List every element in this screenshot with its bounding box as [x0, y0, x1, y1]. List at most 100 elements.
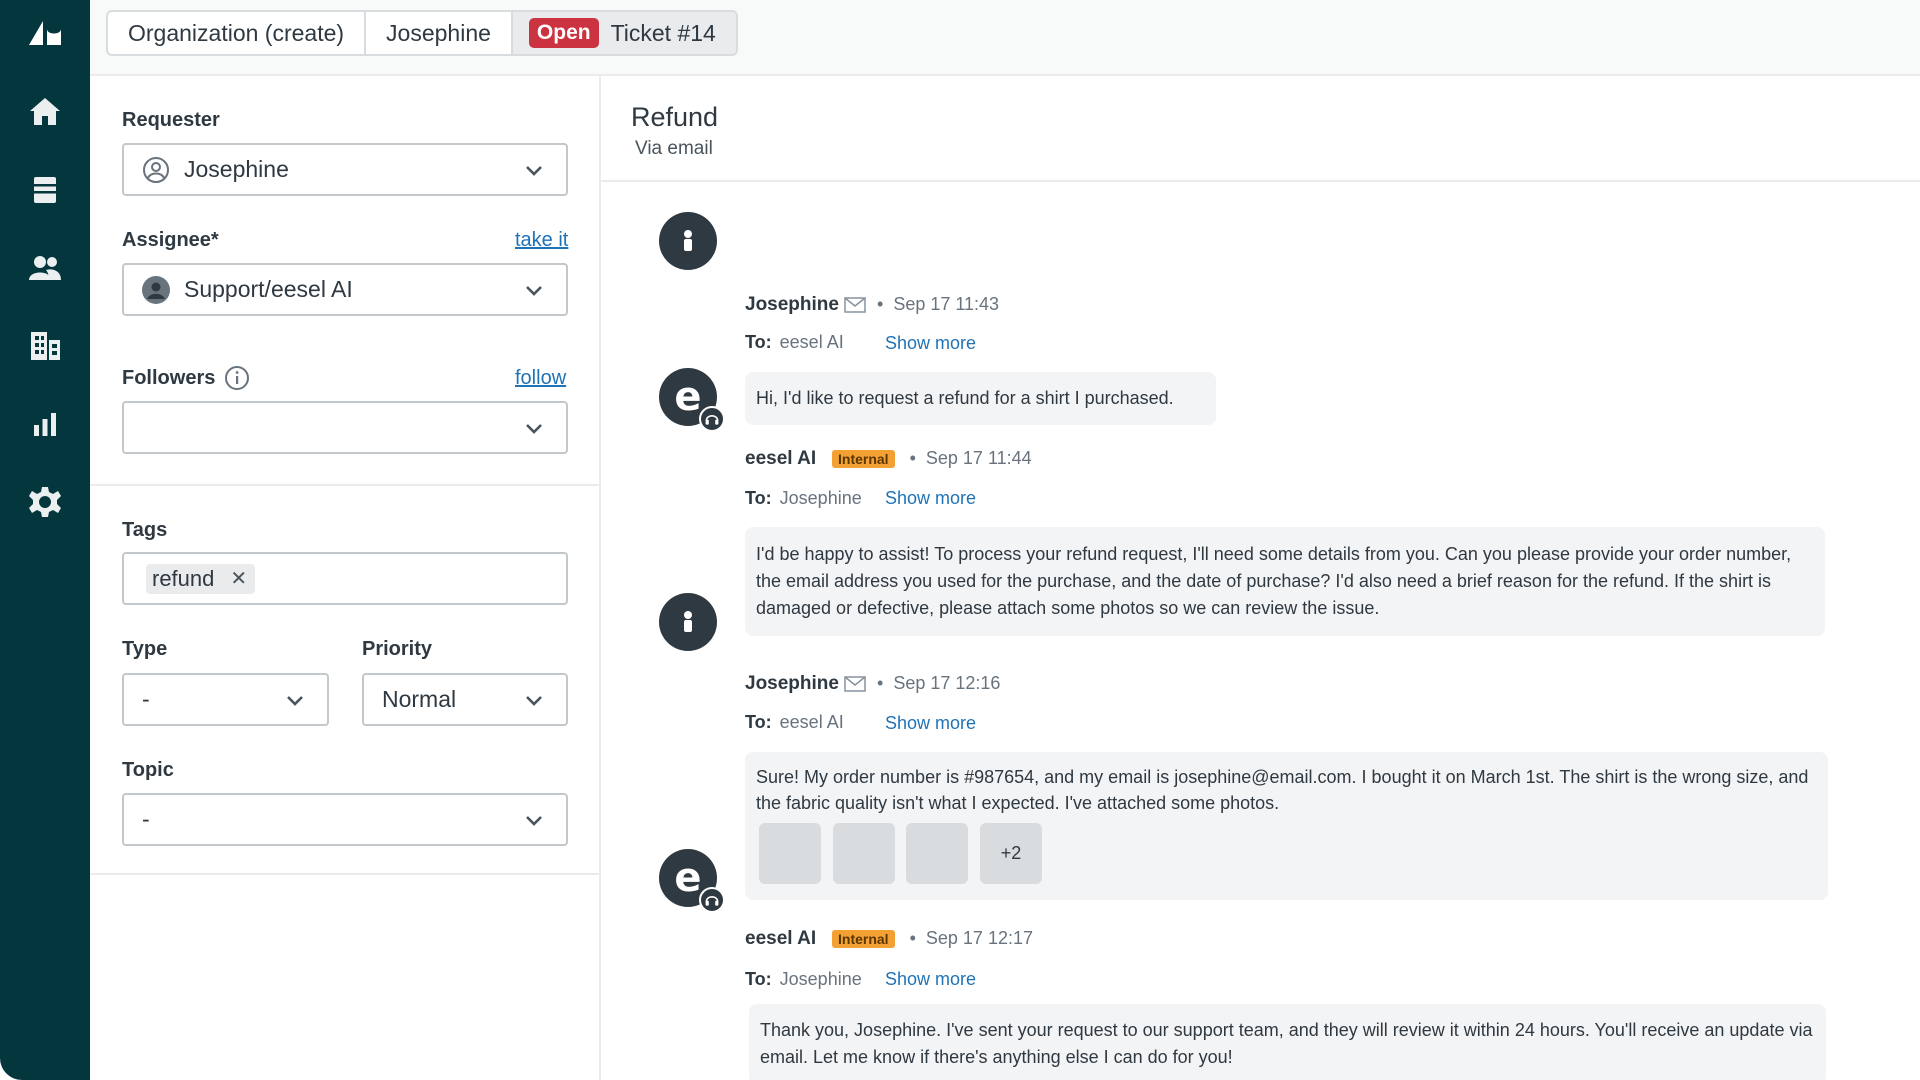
avatar [659, 593, 717, 651]
message-body: Thank you, Josephine. I've sent your req… [749, 1004, 1826, 1080]
ticket-subject: Refund [631, 102, 719, 132]
recipient-name: Josephine [779, 488, 862, 508]
message-recipient: To: eesel AI [745, 712, 844, 733]
user-icon [142, 156, 170, 184]
message-recipient: To: eesel AI [745, 332, 844, 353]
requester-select[interactable]: Josephine [122, 143, 568, 196]
conversation-header: Refund Via email [601, 76, 1920, 182]
message-meta: Internal • Sep 17 12:17 [832, 928, 1033, 949]
show-more-link[interactable]: Show more [885, 333, 976, 354]
tab-label: Josephine [386, 19, 491, 46]
ticket-channel: Via email [635, 138, 713, 159]
show-more-link[interactable]: Show more [885, 713, 976, 734]
chevron-down-icon [524, 809, 544, 829]
divider [90, 873, 599, 875]
logo-icon[interactable] [22, 10, 68, 56]
tab-josephine[interactable]: Josephine [366, 12, 513, 54]
ticket-properties-panel: Requester Josephine Assignee* take it Su… [90, 76, 601, 1080]
message-meta: Internal • Sep 17 11:44 [832, 448, 1032, 469]
attachment-thumbnail[interactable] [906, 823, 968, 884]
message-timestamp: • Sep 17 12:16 [877, 673, 1001, 693]
message-recipient: To: Josephine [745, 969, 862, 990]
to-label: To: [745, 969, 772, 989]
message-author: Josephine [745, 294, 839, 315]
followers-label: Followers [122, 367, 216, 389]
timestamp-text: Sep 17 11:43 [893, 294, 1000, 314]
headset-icon [699, 887, 725, 913]
type-select[interactable]: - [122, 673, 329, 726]
assignee-label: Assignee* [122, 229, 219, 251]
settings-icon[interactable] [22, 479, 68, 525]
priority-label: Priority [362, 638, 433, 660]
type-value: - [142, 686, 150, 712]
to-label: To: [745, 712, 772, 732]
chevron-down-icon [524, 279, 544, 299]
reporting-icon[interactable] [22, 401, 68, 447]
internal-badge: Internal [832, 450, 895, 468]
more-attachments-button[interactable]: +2 [980, 823, 1042, 884]
info-icon[interactable] [224, 365, 250, 391]
requester-value: Josephine [184, 156, 289, 182]
requester-label: Requester [122, 109, 220, 131]
top-bar: Organization (create) Josephine Open Tic… [90, 0, 1920, 76]
organizations-icon[interactable] [22, 323, 68, 369]
assignee-value: Support/eesel AI [184, 276, 353, 302]
timestamp-text: Sep 17 12:17 [925, 928, 1033, 948]
tag-label: refund [152, 565, 215, 591]
avatar: e [659, 368, 725, 432]
topic-label: Topic [122, 759, 174, 781]
to-label: To: [745, 332, 772, 352]
message-author: eesel AI [745, 928, 817, 949]
user-icon [684, 611, 692, 632]
eesel-logo-icon: e [674, 374, 702, 420]
type-label: Type [122, 638, 168, 660]
tab-label: Ticket #14 [610, 19, 716, 46]
tab-strip: Organization (create) Josephine Open Tic… [106, 10, 738, 56]
assignee-select[interactable]: Support/eesel AI [122, 263, 568, 316]
show-more-link[interactable]: Show more [885, 488, 976, 509]
recipient-name: eesel AI [779, 332, 844, 352]
avatar [659, 212, 717, 270]
show-more-link[interactable]: Show more [885, 969, 976, 990]
attachment-thumbnail[interactable] [759, 823, 821, 884]
remove-tag-icon[interactable]: ✕ [230, 566, 247, 591]
recipient-name: Josephine [779, 969, 862, 989]
customers-icon[interactable] [22, 245, 68, 291]
chevron-down-icon [524, 159, 544, 179]
tag-chip: refund ✕ [146, 563, 256, 594]
attachment-thumbnail[interactable] [833, 823, 895, 884]
chevron-down-icon [524, 417, 544, 437]
topic-select[interactable]: - [122, 793, 568, 846]
message-timestamp: • Sep 17 11:43 [877, 294, 1000, 314]
tags-input[interactable]: refund ✕ [122, 552, 568, 605]
message-author: Josephine [745, 673, 839, 694]
chevron-down-icon [524, 689, 544, 709]
recipient-name: eesel AI [779, 712, 844, 732]
priority-value: Normal [382, 686, 457, 712]
tab-label: Organization (create) [128, 19, 345, 46]
message-body: Sure! My order number is #987654, and my… [756, 767, 1809, 813]
topic-value: - [142, 806, 150, 832]
avatar: e [659, 849, 725, 913]
follow-link[interactable]: follow [515, 367, 566, 390]
views-icon[interactable] [22, 167, 68, 213]
take-it-link[interactable]: take it [515, 229, 568, 252]
message-recipient: To: Josephine [745, 488, 862, 509]
home-icon[interactable] [22, 89, 68, 135]
conversation-pane: Refund Via email Josephine • Sep 17 11:4… [601, 76, 1920, 1080]
eesel-logo-icon: e [674, 855, 702, 901]
agent-avatar-icon [142, 275, 170, 304]
timestamp-text: Sep 17 11:44 [925, 448, 1032, 468]
headset-icon [699, 406, 725, 432]
email-icon [844, 297, 866, 313]
priority-select[interactable]: Normal [362, 673, 568, 726]
message-body: Hi, I'd like to request a refund for a s… [745, 372, 1216, 425]
tags-label: Tags [122, 519, 168, 541]
tab-ticket-14[interactable]: Open Ticket #14 [512, 12, 736, 54]
timestamp-text: Sep 17 12:16 [893, 673, 1001, 693]
main-nav [0, 0, 90, 1080]
internal-badge: Internal [832, 930, 895, 948]
tab-organization-create[interactable]: Organization (create) [108, 12, 367, 54]
user-icon [684, 230, 692, 251]
followers-select[interactable] [122, 401, 568, 454]
